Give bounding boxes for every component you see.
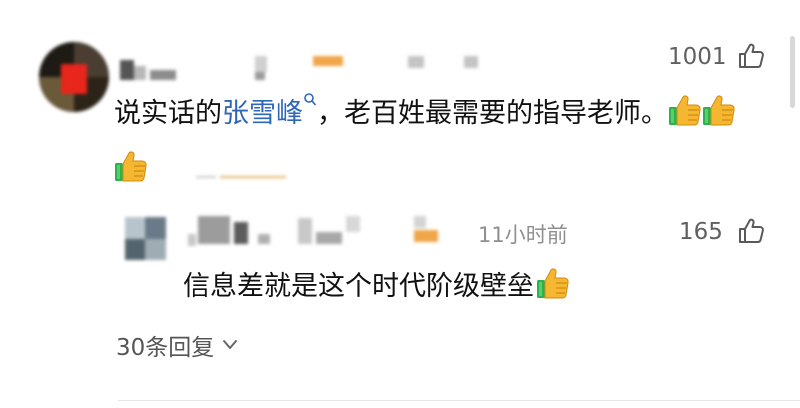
search-icon (304, 93, 317, 106)
reply-text: 信息差就是这个时代阶级壁垒 (183, 264, 570, 303)
reply-badge-redacted (414, 216, 440, 242)
chevron-down-icon (223, 340, 238, 349)
view-replies-link[interactable]: 30条回复 (116, 328, 240, 362)
username-redacted[interactable] (120, 56, 360, 82)
like-count: 1001 (668, 44, 727, 70)
replies-count-label: 30条回复 (116, 335, 215, 361)
like-icon[interactable] (737, 217, 765, 245)
reply-like-count: 165 (679, 219, 723, 245)
mention-link[interactable]: 张雪峰 (222, 93, 317, 129)
reply-avatar[interactable] (125, 217, 166, 260)
comment-meta-redacted (196, 176, 286, 180)
mention-name: 张雪峰 (222, 98, 303, 129)
comment-text-before: 说实话的 (114, 98, 222, 129)
divider (118, 400, 800, 401)
reply-username-redacted[interactable] (186, 212, 436, 248)
reply-text-content: 信息差就是这个时代阶级壁垒 (183, 271, 534, 302)
reply-timestamp: 11小时前 (478, 223, 568, 247)
reply-meta: 11小时前 (478, 219, 568, 249)
thumbs-up-emoji (114, 149, 148, 183)
avatar[interactable] (39, 42, 109, 112)
thumbs-up-emoji (536, 266, 570, 300)
thumbs-up-emoji (702, 93, 736, 127)
comment-text-after: ，老百姓最需要的指导老师。 (317, 98, 668, 129)
user-badge-redacted (408, 56, 478, 70)
comment-text: 说实话的张雪峰 ，老百姓最需要的指导老师。 (114, 86, 764, 198)
thumbs-up-emoji (668, 93, 702, 127)
scrollbar[interactable] (790, 36, 795, 108)
like-icon[interactable] (737, 42, 765, 70)
